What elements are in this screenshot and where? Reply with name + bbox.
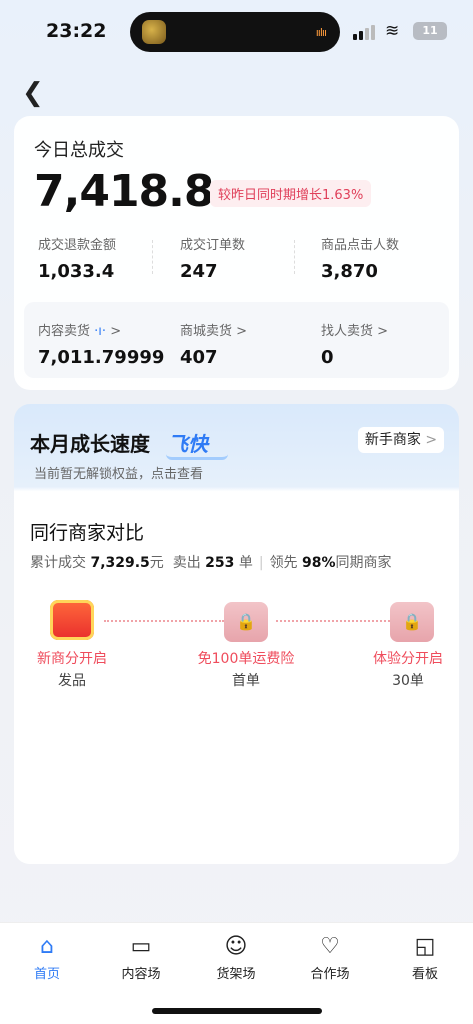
app-avatar-icon [142,20,166,44]
lead-value: 98% [302,555,336,571]
cumulative-value: 7,329.5 [90,555,150,571]
chart-icon: ◱ [414,934,436,959]
step-label: 体验分开启 [373,651,443,667]
sold-value: 253 [205,555,235,571]
stat-orders[interactable]: 成交订单数 247 [180,234,310,282]
sold-label: 卖出 [172,555,201,571]
step-sub: 发品 [58,673,86,689]
home-icon: ⌂ [40,934,54,959]
chevron-right-icon: > [377,324,389,339]
lead-label: 领先 [269,555,298,571]
cumulative-label: 累计成交 [30,555,86,571]
chevron-right-icon: > [425,432,438,448]
channel-label: 商城卖货 > [180,320,310,339]
status-bar: 23:22 ıılıı ≋ 11 [0,0,473,62]
step-label: 新商分开启 [37,651,107,667]
separator: | [258,555,264,571]
chevron-right-icon: > [110,324,122,339]
battery-icon: 11 [413,22,447,40]
progress-dotline [276,620,394,622]
channel-content-sales[interactable]: 内容卖货 ·ı· > 7,011.79999 [38,320,178,368]
channel-value: 407 [180,347,218,368]
progress-dotline [104,620,224,622]
stat-value: 3,870 [321,261,378,282]
tab-cooperation[interactable]: ♡ 合作场 [290,933,370,982]
wifi-icon: ≋ [385,21,400,41]
stat-clicks[interactable]: 商品点击人数 3,870 [321,234,451,282]
channel-people-sales[interactable]: 找人卖货 > 0 [321,320,451,368]
channel-value: 0 [321,347,334,368]
stat-refund[interactable]: 成交退款金额 1,033.4 [38,234,168,282]
channel-label-text: 内容卖货 [38,324,91,339]
tab-label: 看板 [411,967,438,982]
lead-suffix: 同期商家 [335,555,392,571]
stat-label: 成交退款金额 [38,238,117,253]
channel-value: 7,011.79999 [38,347,165,368]
gift-unlocked-icon [50,600,94,640]
gift-locked-icon: 🔒 [390,602,434,642]
home-indicator [152,1008,322,1014]
tab-label: 内容场 [121,967,161,982]
divider [294,240,295,274]
tab-label: 合作场 [310,967,350,982]
channel-label-text: 商城卖货 [180,324,233,339]
wave-icon: ·ı· [94,324,107,339]
cumulative-unit: 元 [149,555,164,571]
stat-value: 247 [180,261,218,282]
growth-subtitle[interactable]: 当前暂无解锁权益，点击查看 [34,463,203,482]
tab-shelf[interactable]: ☺ 货架场 [196,933,276,982]
lock-icon: 🔒 [236,612,256,631]
swoosh-decoration [166,454,228,460]
stat-value: 1,033.4 [38,261,115,282]
new-merchant-button[interactable]: 新手商家 > [358,427,444,453]
growth-badge: 较昨日同时期增长1.63% [210,180,372,207]
tab-home[interactable]: ⌂ 首页 [7,933,87,982]
signal-icon [353,24,375,40]
sold-unit: 单 [238,555,253,571]
tab-label: 首页 [33,967,60,982]
new-merchant-label: 新手商家 [364,432,421,448]
growth-speed: 飞快 [168,432,208,456]
gift-locked-icon: 🔒 [224,602,268,642]
heart-icon: ♡ [320,934,340,959]
summary-card: 今日总成交 7,418.8 较昨日同时期增长1.63% 成交退款金额 1,033… [14,116,459,390]
chevron-right-icon: > [236,324,248,339]
audio-wave-icon: ıılıı [315,26,327,39]
channel-label: 找人卖货 > [321,320,451,339]
summary-title: 今日总成交 [34,140,124,161]
divider [152,240,153,274]
step-sub: 30单 [392,673,424,689]
compare-title: 同行商家对比 [30,522,145,544]
dynamic-island: ıılıı [130,12,340,52]
compare-summary: 累计成交 7,329.5元 卖出 253 单 | 领先 98%同期商家 [30,552,392,572]
channel-label-text: 找人卖货 [321,324,374,339]
channel-mall-sales[interactable]: 商城卖货 > 407 [180,320,310,368]
tab-dashboard[interactable]: ◱ 看板 [385,933,465,982]
lock-icon: 🔒 [402,612,422,631]
stat-label: 成交订单数 [180,238,246,253]
tab-content[interactable]: ▭ 内容场 [101,933,181,982]
back-icon[interactable]: ❮ [22,78,44,108]
compare-panel: 同行商家对比 累计成交 7,329.5元 卖出 253 单 | 领先 98%同期商家… [14,494,459,864]
tab-label: 货架场 [216,967,256,982]
total-amount: 7,418.8 [34,166,215,217]
step-label: 免100单运费险 [197,651,295,667]
video-icon: ▭ [130,934,152,959]
step-sub: 首单 [232,673,260,689]
status-time: 23:22 [46,20,107,42]
stat-label: 商品点击人数 [321,238,400,253]
channel-label: 内容卖货 ·ı· > [38,320,178,339]
growth-card: 本月成长速度 飞快 新手商家 > 当前暂无解锁权益，点击查看 同行商家对比 累计… [14,404,459,864]
growth-title: 本月成长速度 [30,432,150,456]
bag-icon: ☺ [224,934,248,959]
